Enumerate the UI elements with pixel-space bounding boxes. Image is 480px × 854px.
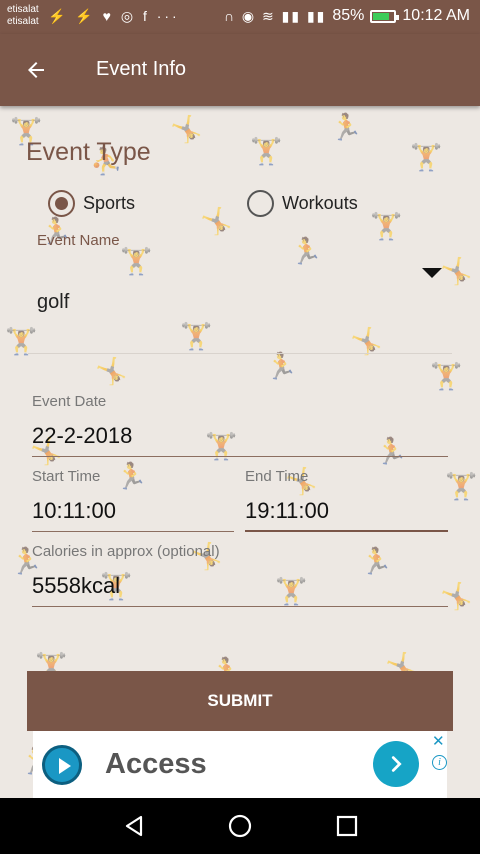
ad-banner[interactable]: Access ✕ i (33, 731, 447, 798)
ad-next-button[interactable] (373, 741, 419, 787)
system-nav-bar (0, 798, 480, 854)
clock: 10:12 AM (402, 7, 470, 24)
chevron-right-icon (391, 756, 402, 772)
calories-value: 5558kcal (32, 573, 121, 598)
square-recent-icon (336, 815, 358, 837)
radio-workouts-label: Workouts (282, 193, 358, 213)
event-date-value: 22-2-2018 (32, 423, 133, 448)
submit-button[interactable]: SUBMIT (27, 671, 453, 731)
event-date-label: Event Date (32, 393, 107, 410)
calories-label: Calories in approx (optional) (32, 543, 220, 560)
radio-unchecked-icon (247, 190, 274, 217)
battery-percent: 85% (332, 7, 365, 24)
end-time-value: 19:11:00 (245, 498, 330, 523)
status-bar: etisalat etisalat ⚡ ⚡ ♥ ◎ f ··· ∩ ◉ ≋ ▮▮… (0, 0, 480, 34)
page-title: Event Info (96, 58, 187, 80)
circle-home-icon (228, 814, 252, 838)
radio-checked-icon (48, 190, 75, 217)
info-icon[interactable]: i (432, 755, 447, 770)
section-title-event-type: Event Type (26, 138, 151, 166)
radio-sports-label: Sports (83, 193, 136, 213)
event-date-field[interactable]: 22-2-2018 (32, 411, 448, 457)
event-name-label: Event Name (37, 232, 120, 249)
app-bar: Event Info (0, 34, 480, 106)
event-name-value: golf (37, 291, 70, 313)
triangle-back-icon (125, 815, 143, 837)
carrier-1: etisalat (7, 4, 39, 15)
end-time-field[interactable]: 19:11:00 (245, 486, 448, 532)
radio-sports[interactable]: Sports (48, 190, 135, 217)
start-time-field[interactable]: 10:11:00 (32, 486, 234, 532)
event-name-dropdown[interactable]: golf (28, 256, 452, 354)
start-time-value: 10:11:00 (32, 498, 117, 523)
calories-field[interactable]: 5558kcal (32, 561, 448, 607)
arrow-left-icon (28, 62, 44, 78)
back-button[interactable] (18, 54, 54, 86)
nav-home-button[interactable] (226, 812, 254, 840)
ad-text: Access (105, 748, 207, 780)
signal-icons: ∩ ◉ ≋ ▮▮ ▮▮ (223, 7, 327, 24)
nav-back-button[interactable] (120, 812, 148, 840)
end-time-label: End Time (245, 468, 309, 485)
start-time-label: Start Time (32, 468, 101, 485)
close-icon[interactable]: ✕ (432, 732, 445, 750)
event-form: 🏋 ⛹ 🤸 🏋 🏃 🏋 🏃 🏋 🤸 🏃 🏋 🤸 🏋 🤸 🏋 🏃 🤸 🏋 🤸 🏃 🏋 🤸 🏃 🏋 🏃 🏋 🤸 🏋 🏃 🤸 … (0, 106, 480, 798)
battery-icon (370, 9, 400, 23)
status-right: ∩ ◉ ≋ ▮▮ ▮▮ 85% 10:12 AM (224, 7, 470, 25)
carrier-2: etisalat (7, 16, 39, 27)
radio-workouts[interactable]: Workouts (247, 190, 358, 217)
dropdown-arrow-icon (422, 268, 442, 278)
notification-icons: ⚡ ⚡ ♥ ◎ f ··· (48, 8, 180, 24)
carrier-labels: etisalat etisalat (7, 4, 39, 28)
nav-recents-button[interactable] (333, 812, 361, 840)
play-icon (42, 745, 82, 785)
